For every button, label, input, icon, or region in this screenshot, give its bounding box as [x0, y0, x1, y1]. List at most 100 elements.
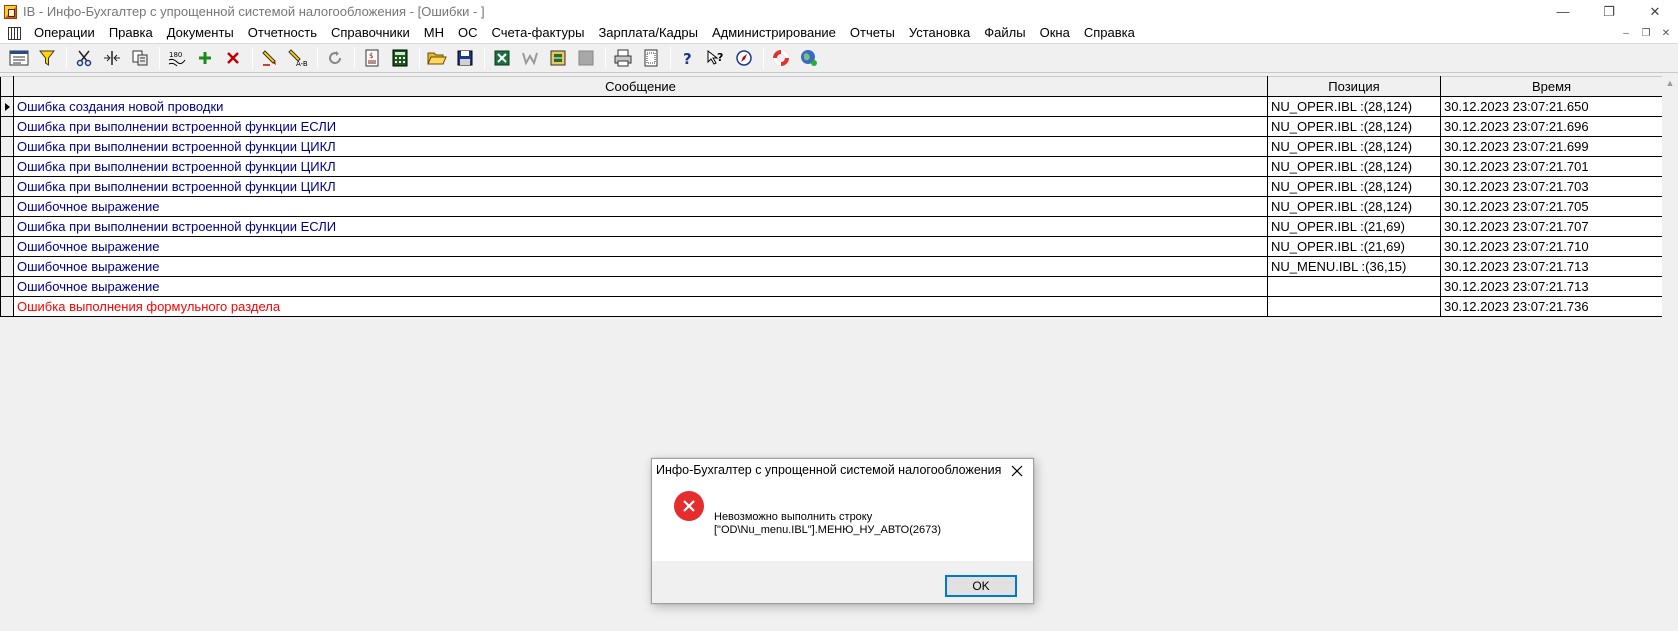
table-row[interactable]: Ошибка при выполнении встроенной функции… [0, 116, 1663, 137]
cell-time[interactable]: 30.12.2023 23:07:21.705 [1440, 196, 1663, 217]
cell-message[interactable]: Ошибочное выражение [13, 276, 1268, 297]
cell-position[interactable]: NU_OPER.IBL :(21,69) [1267, 216, 1441, 237]
filter-icon[interactable] [36, 47, 58, 69]
refresh-icon[interactable] [324, 47, 346, 69]
menu-salary[interactable]: Зарплата/Кадры [591, 23, 705, 43]
mdi-minimize-button[interactable]: – [1618, 26, 1634, 40]
mdi-close-button[interactable]: ✕ [1658, 26, 1674, 40]
context-help-icon[interactable]: ? [705, 47, 727, 69]
cell-position[interactable]: NU_OPER.IBL :(28,124) [1267, 196, 1441, 217]
cut-icon[interactable] [73, 47, 95, 69]
menu-help[interactable]: Справка [1077, 23, 1142, 43]
table-icon[interactable] [547, 47, 569, 69]
replace-icon[interactable]: A-B [287, 47, 309, 69]
table-row[interactable]: Ошибка при выполнении встроенной функции… [0, 176, 1663, 197]
menu-mn[interactable]: МН [417, 23, 451, 43]
table-row[interactable]: Ошибка выполнения формульного раздела 30.… [0, 296, 1663, 317]
menu-references[interactable]: Справочники [324, 23, 417, 43]
lifebuoy-icon[interactable] [770, 47, 792, 69]
split-icon[interactable] [101, 47, 123, 69]
report-icon[interactable]: $ [361, 47, 383, 69]
menu-os[interactable]: ОС [451, 23, 485, 43]
menu-reporting[interactable]: Отчетность [241, 23, 324, 43]
table-row[interactable]: Ошибка при выполнении встроенной функции… [0, 136, 1663, 157]
column-header-position[interactable]: Позиция [1267, 76, 1441, 97]
menu-edit[interactable]: Правка [102, 23, 160, 43]
cell-message[interactable]: Ошибочное выражение [13, 196, 1268, 217]
restore-button[interactable]: ❐ [1586, 0, 1632, 23]
cell-time[interactable]: 30.12.2023 23:07:21.710 [1440, 236, 1663, 257]
close-button[interactable]: ✕ [1632, 0, 1678, 23]
cell-time[interactable]: 30.12.2023 23:07:21.696 [1440, 116, 1663, 137]
table-row[interactable]: Ошибка при выполнении встроенной функции… [0, 216, 1663, 237]
cell-position[interactable]: NU_OPER.IBL :(28,124) [1267, 136, 1441, 157]
table-row[interactable]: Ошибочное выражение NU_OPER.IBL :(21,69) 3… [0, 236, 1663, 257]
dialog-close-button[interactable] [1007, 461, 1027, 481]
number-sort-icon[interactable]: 180 [166, 47, 188, 69]
preview-icon[interactable] [640, 47, 662, 69]
help-icon[interactable]: ? [677, 47, 699, 69]
ok-button[interactable]: OK [945, 575, 1017, 597]
column-header-time[interactable]: Время [1440, 76, 1663, 97]
print-icon[interactable] [612, 47, 634, 69]
copy-doc-icon[interactable] [129, 47, 151, 69]
excel-icon[interactable] [491, 47, 513, 69]
cell-time[interactable]: 30.12.2023 23:07:21.703 [1440, 176, 1663, 197]
cell-position[interactable]: NU_OPER.IBL :(28,124) [1267, 96, 1441, 117]
table-row[interactable]: Ошибка создания новой проводки NU_OPER.IB… [0, 96, 1663, 117]
cell-time[interactable]: 30.12.2023 23:07:21.713 [1440, 256, 1663, 277]
cell-time[interactable]: 30.12.2023 23:07:21.736 [1440, 296, 1663, 317]
cell-message[interactable]: Ошибка при выполнении встроенной функции… [13, 176, 1268, 197]
menu-setup[interactable]: Установка [902, 23, 977, 43]
cell-position[interactable]: NU_MENU.IBL :(36,15) [1267, 256, 1441, 277]
menu-windows[interactable]: Окна [1033, 23, 1077, 43]
calculator-icon[interactable] [389, 47, 411, 69]
cell-message[interactable]: Ошибка при выполнении встроенной функции… [13, 116, 1268, 137]
globe-icon[interactable] [798, 47, 820, 69]
add-icon[interactable] [194, 47, 216, 69]
cell-position[interactable]: NU_OPER.IBL :(28,124) [1267, 176, 1441, 197]
cell-message[interactable]: Ошибка при выполнении встроенной функции… [13, 136, 1268, 157]
word-icon[interactable] [519, 47, 541, 69]
cell-message[interactable]: Ошибка выполнения формульного раздела [13, 296, 1268, 317]
delete-icon[interactable] [222, 47, 244, 69]
cell-time[interactable]: 30.12.2023 23:07:21.699 [1440, 136, 1663, 157]
cell-position[interactable] [1267, 296, 1441, 317]
gray-box-icon[interactable] [575, 47, 597, 69]
mdi-restore-button[interactable]: ❐ [1638, 26, 1654, 40]
cell-message[interactable]: Ошибочное выражение [13, 256, 1268, 277]
menu-documents[interactable]: Документы [160, 23, 241, 43]
cell-position[interactable] [1267, 276, 1441, 297]
compass-icon[interactable] [733, 47, 755, 69]
scroll-up-icon[interactable]: ▲ [1662, 76, 1678, 90]
cell-time[interactable]: 30.12.2023 23:07:21.713 [1440, 276, 1663, 297]
open-folder-icon[interactable] [426, 47, 448, 69]
cell-time[interactable]: 30.12.2023 23:07:21.650 [1440, 96, 1663, 117]
column-header-message[interactable]: Сообщение [13, 76, 1268, 97]
minimize-button[interactable]: — [1540, 0, 1586, 23]
menu-operations[interactable]: Операции [27, 23, 102, 43]
grid-view-icon[interactable] [8, 47, 30, 69]
cell-position[interactable]: NU_OPER.IBL :(28,124) [1267, 116, 1441, 137]
menu-reports[interactable]: Отчеты [843, 23, 902, 43]
cell-message[interactable]: Ошибка создания новой проводки [13, 96, 1268, 117]
vertical-scrollbar[interactable]: ▲ [1662, 76, 1678, 631]
table-row[interactable]: Ошибочное выражение NU_OPER.IBL :(28,124)… [0, 196, 1663, 217]
cell-time[interactable]: 30.12.2023 23:07:21.707 [1440, 216, 1663, 237]
menu-files[interactable]: Файлы [977, 23, 1032, 43]
cell-message[interactable]: Ошибка при выполнении встроенной функции… [13, 216, 1268, 237]
table-row[interactable]: Ошибка при выполнении встроенной функции… [0, 156, 1663, 177]
save-icon[interactable] [454, 47, 476, 69]
table-row[interactable]: Ошибочное выражение 30.12.2023 23:07:21.7… [0, 276, 1663, 297]
document-menu-icon[interactable] [8, 26, 21, 40]
menu-invoices[interactable]: Счета-фактуры [484, 23, 591, 43]
row-indicator-cell [0, 156, 14, 177]
menu-administration[interactable]: Администрирование [705, 23, 843, 43]
cell-position[interactable]: NU_OPER.IBL :(28,124) [1267, 156, 1441, 177]
edit-icon[interactable] [259, 47, 281, 69]
cell-message[interactable]: Ошибочное выражение [13, 236, 1268, 257]
cell-message[interactable]: Ошибка при выполнении встроенной функции… [13, 156, 1268, 177]
cell-time[interactable]: 30.12.2023 23:07:21.701 [1440, 156, 1663, 177]
cell-position[interactable]: NU_OPER.IBL :(21,69) [1267, 236, 1441, 257]
table-row[interactable]: Ошибочное выражение NU_MENU.IBL :(36,15) 3… [0, 256, 1663, 277]
